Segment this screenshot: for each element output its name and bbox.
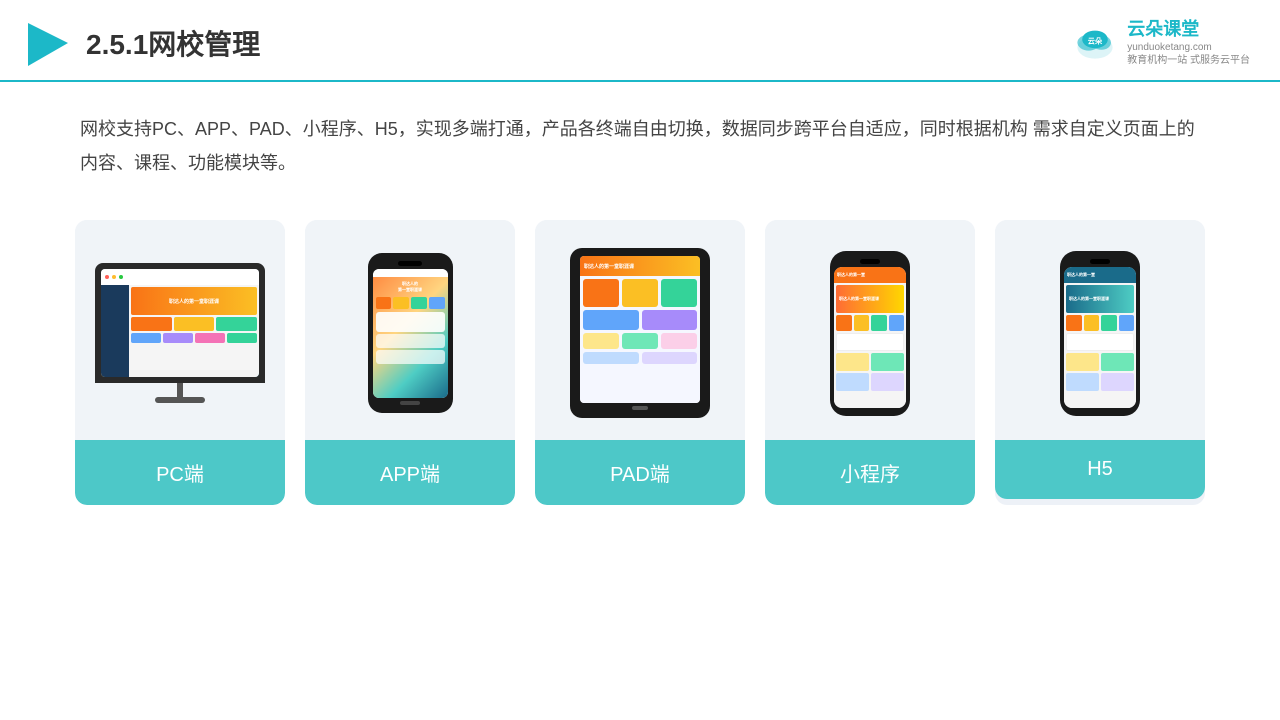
card-h5-label: H5 <box>995 440 1205 499</box>
page-title: 2.5.1网校管理 <box>86 23 260 63</box>
card-pc: 职达人的第一堂职涯课 <box>75 220 285 505</box>
card-miniprogram: 职达人的第一堂 职达人的第一堂职涯课 <box>765 220 975 505</box>
play-icon <box>20 18 70 68</box>
card-h5: 职达人的第一堂 职达人的第一堂职涯课 <box>995 220 1205 505</box>
card-app: 职达人的第一堂职涯课 <box>305 220 515 505</box>
card-miniprogram-image: 职达人的第一堂 职达人的第一堂职涯课 <box>765 220 975 440</box>
card-miniprogram-label: 小程序 <box>765 440 975 505</box>
pad-mockup: 职达人的第一堂职涯课 <box>570 248 710 418</box>
card-pc-image: 职达人的第一堂职涯课 <box>75 220 285 440</box>
miniprogram-mockup: 职达人的第一堂 职达人的第一堂职涯课 <box>830 251 910 416</box>
card-app-image: 职达人的第一堂职涯课 <box>305 220 515 440</box>
card-h5-image: 职达人的第一堂 职达人的第一堂职涯课 <box>995 220 1205 440</box>
header: 2.5.1网校管理 云朵 云朵课堂 yunduoketang.com 教育机构一… <box>0 0 1280 82</box>
card-pc-label: PC端 <box>75 440 285 505</box>
card-pad-image: 职达人的第一堂职涯课 <box>535 220 745 440</box>
card-pad: 职达人的第一堂职涯课 <box>535 220 745 505</box>
logo-area: 云朵 云朵课堂 yunduoketang.com 教育机构一站 式服务云平台 <box>1071 19 1250 67</box>
pc-mockup: 职达人的第一堂职涯课 <box>95 263 265 403</box>
app-mockup: 职达人的第一堂职涯课 <box>368 253 453 413</box>
svg-text:云朵: 云朵 <box>1088 36 1103 45</box>
header-left: 2.5.1网校管理 <box>20 18 260 68</box>
logo-tagline: 教育机构一站 式服务云平台 <box>1127 54 1250 67</box>
logo-name: 云朵课堂 <box>1127 19 1199 41</box>
description-text: 网校支持PC、APP、PAD、小程序、H5，实现多端打通，产品各终端自由切换，数… <box>0 82 1280 200</box>
logo-cloud-icon: 云朵 <box>1071 25 1119 61</box>
logo-url: yunduoketang.com <box>1127 41 1212 54</box>
cards-container: 职达人的第一堂职涯课 <box>0 200 1280 535</box>
h5-mockup: 职达人的第一堂 职达人的第一堂职涯课 <box>1060 251 1140 416</box>
card-pad-label: PAD端 <box>535 440 745 505</box>
description-content: 网校支持PC、APP、PAD、小程序、H5，实现多端打通，产品各终端自由切换，数… <box>80 119 1195 173</box>
card-app-label: APP端 <box>305 440 515 505</box>
logo-text: 云朵课堂 yunduoketang.com 教育机构一站 式服务云平台 <box>1127 19 1250 67</box>
